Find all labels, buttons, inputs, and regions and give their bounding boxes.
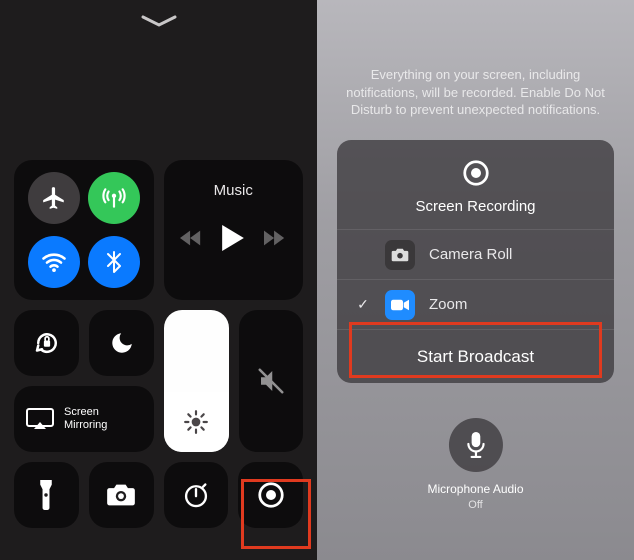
moon-icon [109, 330, 135, 356]
bluetooth-icon [102, 250, 126, 274]
camera-icon [106, 483, 136, 507]
screen-record-button[interactable] [238, 462, 303, 528]
music-label: Music [214, 182, 253, 199]
music-tile[interactable]: Music [164, 160, 303, 300]
sheet-header: Screen Recording [337, 140, 614, 229]
screen-mirroring-label: Screen Mirroring [64, 406, 107, 432]
recording-sheet: Screen Recording Camera Roll ✓ Zoom Star… [337, 140, 614, 383]
mic-title: Microphone Audio [427, 482, 523, 498]
microphone-toggle[interactable] [448, 418, 502, 472]
brightness-slider[interactable] [164, 310, 229, 452]
chevron-down-icon[interactable] [141, 15, 177, 29]
mic-status: Off [427, 498, 523, 512]
bluetooth-toggle[interactable] [88, 236, 140, 288]
option-label: Camera Roll [429, 246, 512, 263]
control-center-panel: Music [0, 0, 317, 560]
flashlight-icon [37, 480, 55, 510]
airplay-icon [26, 408, 54, 430]
brightness-icon [183, 409, 209, 435]
screen-mirroring-button[interactable]: Screen Mirroring [14, 386, 154, 452]
microphone-icon [464, 432, 486, 458]
wifi-icon [40, 248, 68, 276]
volume-slider[interactable] [239, 310, 304, 452]
play-icon[interactable] [222, 225, 244, 251]
airplane-icon [41, 185, 67, 211]
camera-button[interactable] [89, 462, 154, 528]
camera-roll-icon [385, 240, 415, 270]
screen-recording-panel: Everything on your screen, including not… [317, 0, 634, 560]
rotation-lock-icon [32, 328, 62, 358]
orientation-lock-toggle[interactable] [14, 310, 79, 376]
recording-description: Everything on your screen, including not… [337, 66, 614, 119]
timer-icon [182, 481, 210, 509]
action-label: Start Broadcast [417, 347, 534, 367]
volume-mute-icon [256, 366, 286, 396]
wifi-toggle[interactable] [28, 236, 80, 288]
next-track-icon[interactable] [264, 229, 286, 247]
zoom-app-icon [385, 290, 415, 320]
option-zoom[interactable]: ✓ Zoom [337, 279, 614, 329]
check-icon: ✓ [355, 296, 371, 313]
microphone-label: Microphone Audio Off [427, 482, 523, 512]
do-not-disturb-toggle[interactable] [89, 310, 154, 376]
flashlight-button[interactable] [14, 462, 79, 528]
airplane-mode-toggle[interactable] [28, 172, 80, 224]
microphone-control: Microphone Audio Off [427, 418, 523, 512]
prev-track-icon[interactable] [180, 229, 202, 247]
sheet-title: Screen Recording [415, 198, 535, 215]
antenna-icon [101, 185, 127, 211]
control-center-grid: Music [14, 160, 303, 538]
start-broadcast-button[interactable]: Start Broadcast [337, 329, 614, 383]
record-icon [256, 480, 286, 510]
record-icon [461, 158, 491, 188]
connectivity-tile [14, 160, 154, 300]
timer-button[interactable] [164, 462, 229, 528]
option-label: Zoom [429, 296, 467, 313]
music-transport [180, 225, 286, 251]
cellular-data-toggle[interactable] [88, 172, 140, 224]
option-camera-roll[interactable]: Camera Roll [337, 229, 614, 279]
